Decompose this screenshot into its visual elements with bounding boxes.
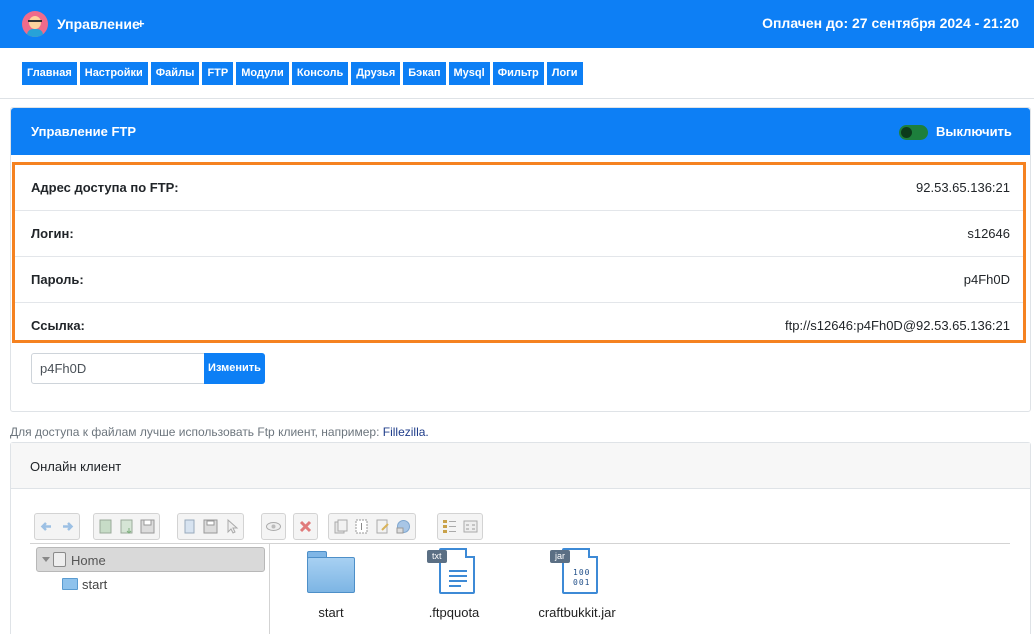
select-icon[interactable] xyxy=(352,517,371,536)
nav-settings[interactable]: Настройки xyxy=(79,62,148,85)
back-icon[interactable] xyxy=(37,517,56,536)
file-label: craftbukkit.jar xyxy=(538,605,616,620)
icon-view-icon[interactable] xyxy=(461,517,480,536)
chevron-down-icon[interactable] xyxy=(42,557,50,562)
avatar[interactable] xyxy=(22,11,48,37)
view-icon[interactable] xyxy=(264,517,283,536)
file-label: .ftpquota xyxy=(428,605,480,620)
delete-icon[interactable] xyxy=(296,517,315,536)
toolbar-edit-group xyxy=(328,513,416,540)
share-icon[interactable] xyxy=(394,517,413,536)
toolbar-file-group xyxy=(93,513,160,540)
nav-files[interactable]: Файлы xyxy=(150,62,200,85)
plus-icon[interactable]: + xyxy=(137,16,145,31)
ftp-password-label: Пароль: xyxy=(31,272,84,287)
file-type-badge: jar xyxy=(550,550,571,563)
folder-icon xyxy=(62,578,78,590)
ftp-password-value: p4Fh0D xyxy=(963,272,1010,287)
file-label: start xyxy=(318,605,344,620)
header-title[interactable]: Управление xyxy=(57,16,140,32)
ftp-info-table: Адрес доступа по FTP: 92.53.65.136:21 Ло… xyxy=(12,162,1026,343)
toolbar-nav-group xyxy=(34,513,80,540)
ftp-toggle-label[interactable]: Выключить xyxy=(936,124,1012,139)
nav-friends[interactable]: Друзья xyxy=(351,62,401,85)
nav-bar: Главная Настройки Файлы FTP Модули Консо… xyxy=(0,48,1034,99)
top-bar: Управление + Оплачен до: 27 сентября 202… xyxy=(0,0,1034,48)
table-row: Логин: s12646 xyxy=(15,211,1023,257)
paid-until: Оплачен до: 27 сентября 2024 - 21:20 xyxy=(762,15,1019,31)
tree-item-home[interactable]: Home xyxy=(36,547,265,572)
nav-logs[interactable]: Логи xyxy=(546,62,583,85)
table-row: Пароль: p4Fh0D xyxy=(15,257,1023,303)
ftp-address-value: 92.53.65.136:21 xyxy=(916,180,1010,195)
nav-mysql[interactable]: Mysql xyxy=(448,62,490,85)
ftp-hint-text: Для доступа к файлам лучше использовать … xyxy=(10,425,383,439)
table-row: Ссылка: ftp://s12646:p4Fh0D@92.53.65.136… xyxy=(15,303,1023,349)
pointer-icon[interactable] xyxy=(222,517,241,536)
toolbar-layout-group xyxy=(437,513,483,540)
upload-icon[interactable] xyxy=(96,517,115,536)
ftp-address-label: Адрес доступа по FTP: xyxy=(31,180,179,195)
file-type-badge: txt xyxy=(427,550,447,563)
nav-backup[interactable]: Бэкап xyxy=(403,62,446,85)
copy-icon[interactable] xyxy=(180,517,199,536)
files-divider xyxy=(270,543,1010,544)
edit-icon[interactable] xyxy=(373,517,392,536)
tree-start-label: start xyxy=(82,577,108,592)
online-client-header: Онлайн клиент xyxy=(11,443,1030,489)
ftp-login-value: s12646 xyxy=(967,226,1010,241)
ftp-link-label: Ссылка: xyxy=(31,318,85,333)
toolbar-clipboard-group xyxy=(177,513,244,540)
fillezilla-link[interactable]: Fillezilla. xyxy=(383,425,429,439)
disk-icon[interactable] xyxy=(201,517,220,536)
duplicate-icon[interactable] xyxy=(331,517,350,536)
ftp-toggle[interactable] xyxy=(899,125,928,140)
ftp-login-label: Логин: xyxy=(31,226,74,241)
toolbar-view-group xyxy=(261,513,286,540)
password-input[interactable] xyxy=(31,353,205,384)
ftp-link-value: ftp://s12646:p4Fh0D@92.53.65.136:21 xyxy=(785,318,1010,333)
tree-home-label: Home xyxy=(71,553,106,568)
nav-ftp[interactable]: FTP xyxy=(202,62,234,85)
online-client-title: Онлайн клиент xyxy=(30,459,122,474)
ftp-hint: Для доступа к файлам лучше использовать … xyxy=(10,425,429,439)
ftp-card-header: Управление FTP Выключить xyxy=(11,108,1030,155)
nav-console[interactable]: Консоль xyxy=(291,62,349,85)
nav-filter[interactable]: Фильтр xyxy=(492,62,544,85)
home-drive-icon xyxy=(53,552,66,567)
change-password-button[interactable]: Изменить xyxy=(204,353,265,384)
save-icon[interactable] xyxy=(138,517,157,536)
download-icon[interactable] xyxy=(117,517,136,536)
toolbar-delete-group xyxy=(293,513,318,540)
nav-modules[interactable]: Модули xyxy=(236,62,289,85)
nav-main[interactable]: Главная xyxy=(22,62,77,85)
ftp-card-title: Управление FTP xyxy=(31,124,136,139)
folder-icon xyxy=(307,551,355,593)
table-row: Адрес доступа по FTP: 92.53.65.136:21 xyxy=(15,165,1023,211)
list-view-icon[interactable] xyxy=(440,517,459,536)
forward-icon[interactable] xyxy=(58,517,77,536)
